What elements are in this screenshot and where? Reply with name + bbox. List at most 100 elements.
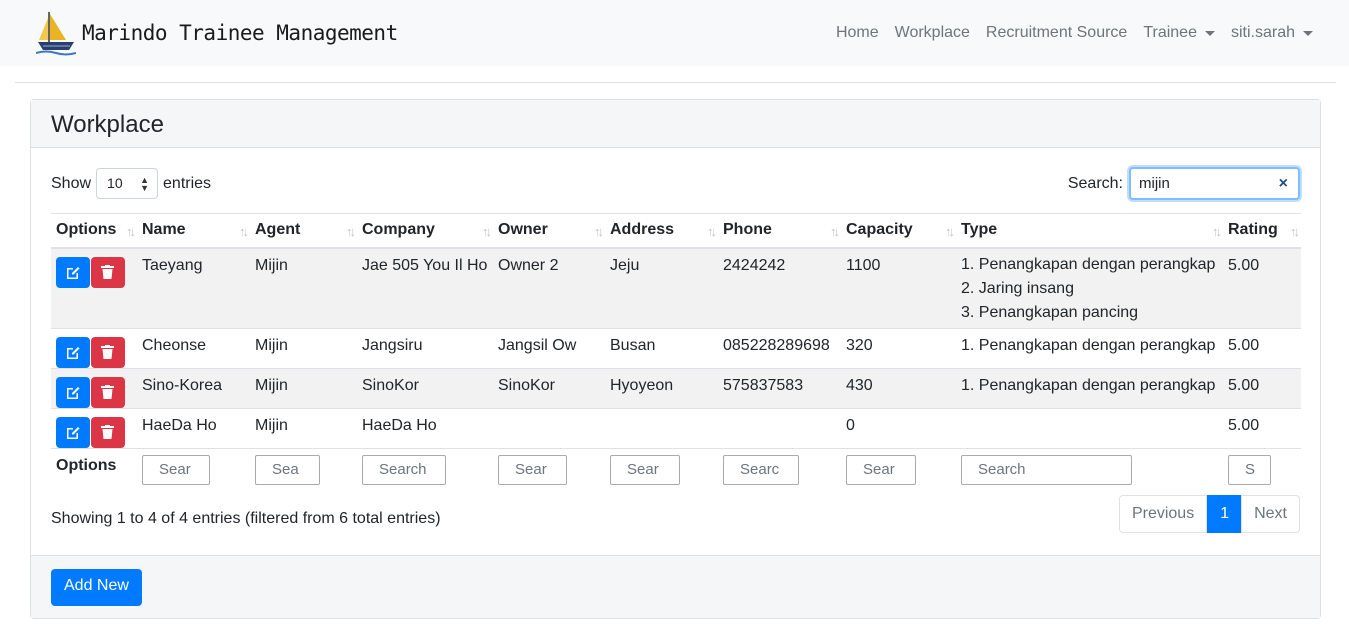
cell-rating: 5.00	[1223, 328, 1301, 369]
trash-icon	[101, 425, 114, 439]
column-search-type[interactable]: Search	[961, 455, 1132, 485]
delete-button[interactable]	[91, 417, 125, 448]
col-type[interactable]: Type ↑↓	[956, 213, 1223, 249]
card-footer: Add New	[31, 555, 1320, 618]
row-options	[51, 408, 137, 449]
entries-select-value: 10	[107, 175, 123, 191]
column-search-agent[interactable]: Sea	[255, 455, 320, 485]
delete-button[interactable]	[91, 256, 125, 288]
pagination-page-1[interactable]: 1	[1207, 495, 1243, 533]
workplace-table: Options ↑↓ Name ↑↓ Agent ↑↓ Company ↑↓ Owner…	[51, 213, 1301, 491]
edit-button[interactable]	[56, 337, 90, 368]
cell-name: Taeyang	[137, 247, 250, 329]
col-name[interactable]: Name ↑↓	[137, 213, 250, 249]
nav-recruitment-source[interactable]: Recruitment Source	[986, 24, 1127, 42]
footer-cell: Searc	[718, 448, 841, 491]
edit-button[interactable]	[56, 377, 90, 408]
table-row: HaeDa Ho Mijin HaeDa Ho 0 5.00	[51, 408, 1301, 449]
col-company-label: Company	[362, 221, 435, 238]
delete-button[interactable]	[91, 377, 125, 408]
col-options[interactable]: Options ↑↓	[51, 213, 137, 249]
nav-home[interactable]: Home	[836, 24, 879, 42]
pagination-next[interactable]: Next	[1241, 495, 1300, 533]
cell-rating: 5.00	[1223, 408, 1301, 449]
footer-cell: Sear	[841, 448, 956, 491]
sort-icon: ↑↓	[482, 224, 492, 239]
clear-search-icon[interactable]: ×	[1279, 175, 1288, 193]
footer-cell: Sear	[605, 448, 718, 491]
trash-icon	[101, 264, 114, 279]
cell-owner	[493, 408, 605, 449]
col-address[interactable]: Address ↑↓	[605, 213, 718, 249]
pagination: Previous 1 Next	[1118, 495, 1300, 533]
edit-button[interactable]	[56, 417, 90, 448]
show-label: Show	[51, 174, 92, 192]
column-search-name[interactable]: Sear	[142, 455, 210, 485]
caret-down-icon	[1303, 30, 1313, 36]
col-phone[interactable]: Phone ↑↓	[718, 213, 841, 249]
row-options	[51, 328, 137, 369]
cell-address: Hyoyeon	[605, 368, 718, 409]
col-rating-label: Rating	[1228, 221, 1278, 238]
table-row: Sino-Korea Mijin SinoKor SinoKor Hyoyeon…	[51, 368, 1301, 409]
col-capacity[interactable]: Capacity ↑↓	[841, 213, 956, 249]
footer-cell: Sear	[137, 448, 250, 491]
col-company[interactable]: Company ↑↓	[357, 213, 493, 249]
cell-capacity: 1100	[841, 247, 956, 329]
sort-icon: ↑↓	[830, 224, 840, 239]
brand[interactable]: Marindo Trainee Management	[36, 10, 398, 56]
cell-address: Jeju	[605, 247, 718, 329]
cell-address: Busan	[605, 328, 718, 369]
search-input[interactable]: mijin ×	[1129, 167, 1300, 200]
cell-type: 1. Penangkapan dengan perangkap	[956, 328, 1223, 369]
cell-type: 1. Penangkapan dengan perangkap 2. Jarin…	[956, 247, 1223, 329]
column-search-capacity[interactable]: Sear	[846, 455, 916, 485]
cell-agent: Mijin	[250, 408, 357, 449]
col-phone-label: Phone	[723, 221, 772, 238]
cell-agent: Mijin	[250, 247, 357, 329]
cell-phone	[718, 408, 841, 449]
column-search-address[interactable]: Sear	[610, 455, 680, 485]
cell-owner: Owner 2	[493, 247, 605, 329]
footer-cell: S	[1223, 448, 1301, 491]
trash-icon	[101, 385, 114, 399]
col-agent[interactable]: Agent ↑↓	[250, 213, 357, 249]
pagination-previous[interactable]: Previous	[1118, 495, 1208, 533]
cell-company: Jangsiru	[357, 328, 493, 369]
col-rating[interactable]: Rating ↑↓	[1223, 213, 1301, 249]
cell-name: Cheonse	[137, 328, 250, 369]
brand-title: Marindo Trainee Management	[82, 21, 398, 45]
cell-company: HaeDa Ho	[357, 408, 493, 449]
divider	[15, 82, 1336, 83]
trash-icon	[101, 345, 114, 359]
cell-phone: 2424242	[718, 247, 841, 329]
add-new-button[interactable]: Add New	[51, 569, 142, 606]
col-owner[interactable]: Owner ↑↓	[493, 213, 605, 249]
sort-icon: ↑↓	[594, 224, 604, 239]
table-row: Cheonse Mijin Jangsiru Jangsil Ow Busan …	[51, 328, 1301, 369]
col-address-label: Address	[610, 221, 675, 238]
col-agent-label: Agent	[255, 221, 301, 238]
col-owner-label: Owner	[498, 221, 548, 238]
edit-button[interactable]	[56, 256, 90, 288]
card-header: Workplace	[31, 100, 1320, 148]
nav-trainee-label: Trainee	[1143, 24, 1197, 41]
user-dropdown[interactable]: siti.sarah	[1231, 24, 1313, 42]
edit-icon	[67, 387, 80, 399]
column-search-rating[interactable]: S	[1228, 455, 1271, 485]
entries-select[interactable]: 10 ▲ ▼	[96, 168, 159, 199]
sort-icon: ↑↓	[1290, 224, 1300, 239]
column-search-company[interactable]: Search	[362, 455, 446, 485]
footer-cell: Sea	[250, 448, 357, 491]
nav-workplace[interactable]: Workplace	[895, 24, 970, 42]
footer-cell: Sear	[493, 448, 605, 491]
column-search-phone[interactable]: Searc	[723, 455, 799, 485]
cell-agent: Mijin	[250, 328, 357, 369]
delete-button[interactable]	[91, 337, 125, 368]
page-title: Workplace	[51, 111, 164, 138]
sort-icon: ↑↓	[945, 224, 955, 239]
nav-trainee-dropdown[interactable]: Trainee	[1143, 24, 1215, 42]
column-search-owner[interactable]: Sear	[498, 455, 567, 485]
row-options	[51, 368, 137, 409]
table-info: Showing 1 to 4 of 4 entries (filtered fr…	[51, 510, 441, 527]
